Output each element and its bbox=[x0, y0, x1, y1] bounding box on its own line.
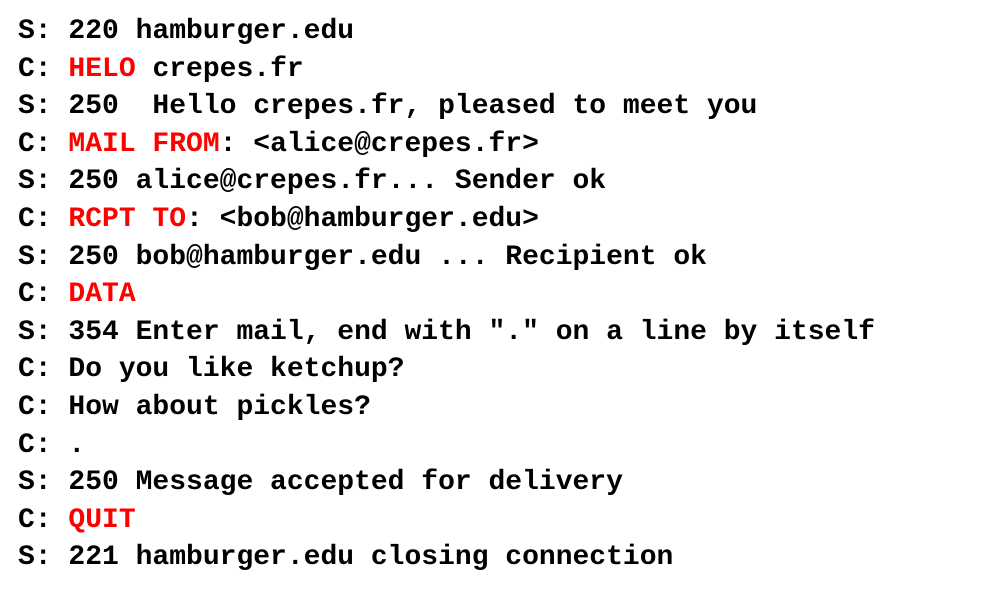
smtp-command: QUIT bbox=[68, 504, 136, 536]
line-text: 220 hamburger.edu bbox=[68, 16, 355, 47]
line-prefix: C: bbox=[18, 53, 69, 85]
line-prefix: C: bbox=[18, 391, 69, 423]
line-prefix: C: bbox=[18, 504, 69, 536]
transcript-line: C: MAIL FROM: <alice@crepes.fr> bbox=[18, 126, 875, 164]
line-prefix: S: bbox=[18, 91, 69, 123]
smtp-command: DATA bbox=[68, 279, 136, 311]
line-prefix: C: bbox=[18, 128, 69, 160]
line-prefix: C: bbox=[18, 279, 69, 311]
transcript-line: C: How about pickles? bbox=[18, 389, 875, 427]
line-text: How about pickles? bbox=[68, 391, 371, 423]
transcript-line: C: Do you like ketchup? bbox=[18, 351, 875, 389]
smtp-transcript: S: 220 hamburger.edu C: HELO crepes.fr S… bbox=[18, 13, 875, 577]
transcript-line: C: QUIT bbox=[18, 502, 875, 540]
transcript-line: S: 250 Message accepted for delivery bbox=[18, 464, 875, 502]
transcript-line: S: 354 Enter mail, end with "." on a lin… bbox=[18, 314, 875, 352]
line-prefix: S: bbox=[18, 316, 69, 348]
line-text: Do you like ketchup? bbox=[68, 354, 405, 386]
transcript-line: S: 250 Hello crepes.fr, pleased to meet … bbox=[18, 88, 875, 126]
line-text: 250 Hello crepes.fr, pleased to meet you bbox=[68, 91, 758, 123]
transcript-line: S: 221 hamburger.edu closing connection bbox=[18, 539, 875, 577]
line-prefix: C: bbox=[18, 203, 69, 235]
line-text: : <alice@crepes.fr> bbox=[219, 128, 539, 160]
line-text: : <bob@hamburger.edu> bbox=[186, 203, 539, 235]
line-prefix: S: bbox=[18, 16, 69, 47]
line-prefix: C: bbox=[18, 354, 69, 386]
line-text: . bbox=[68, 429, 86, 461]
transcript-line: S: 220 hamburger.edu bbox=[18, 13, 875, 51]
smtp-command: HELO bbox=[68, 53, 136, 85]
smtp-command: MAIL FROM bbox=[68, 128, 220, 160]
transcript-line: S: 250 bob@hamburger.edu ... Recipient o… bbox=[18, 239, 875, 277]
line-text: 250 bob@hamburger.edu ... Recipient ok bbox=[68, 241, 707, 273]
line-prefix: S: bbox=[18, 542, 69, 574]
line-prefix: C: bbox=[18, 429, 69, 461]
transcript-line: C: . bbox=[18, 427, 875, 465]
transcript-line: C: HELO crepes.fr bbox=[18, 51, 875, 89]
line-text: 354 Enter mail, end with "." on a line b… bbox=[68, 316, 875, 348]
line-text: 250 alice@crepes.fr... Sender ok bbox=[68, 166, 607, 198]
line-prefix: S: bbox=[18, 467, 69, 499]
smtp-command: RCPT TO bbox=[68, 203, 187, 235]
line-prefix: S: bbox=[18, 241, 69, 273]
line-text: 221 hamburger.edu closing connection bbox=[68, 542, 674, 574]
line-text: 250 Message accepted for delivery bbox=[68, 467, 623, 499]
line-text: crepes.fr bbox=[135, 53, 304, 85]
transcript-line: C: RCPT TO: <bob@hamburger.edu> bbox=[18, 201, 875, 239]
transcript-line: S: 250 alice@crepes.fr... Sender ok bbox=[18, 163, 875, 201]
line-prefix: S: bbox=[18, 166, 69, 198]
transcript-line: C: DATA bbox=[18, 276, 875, 314]
